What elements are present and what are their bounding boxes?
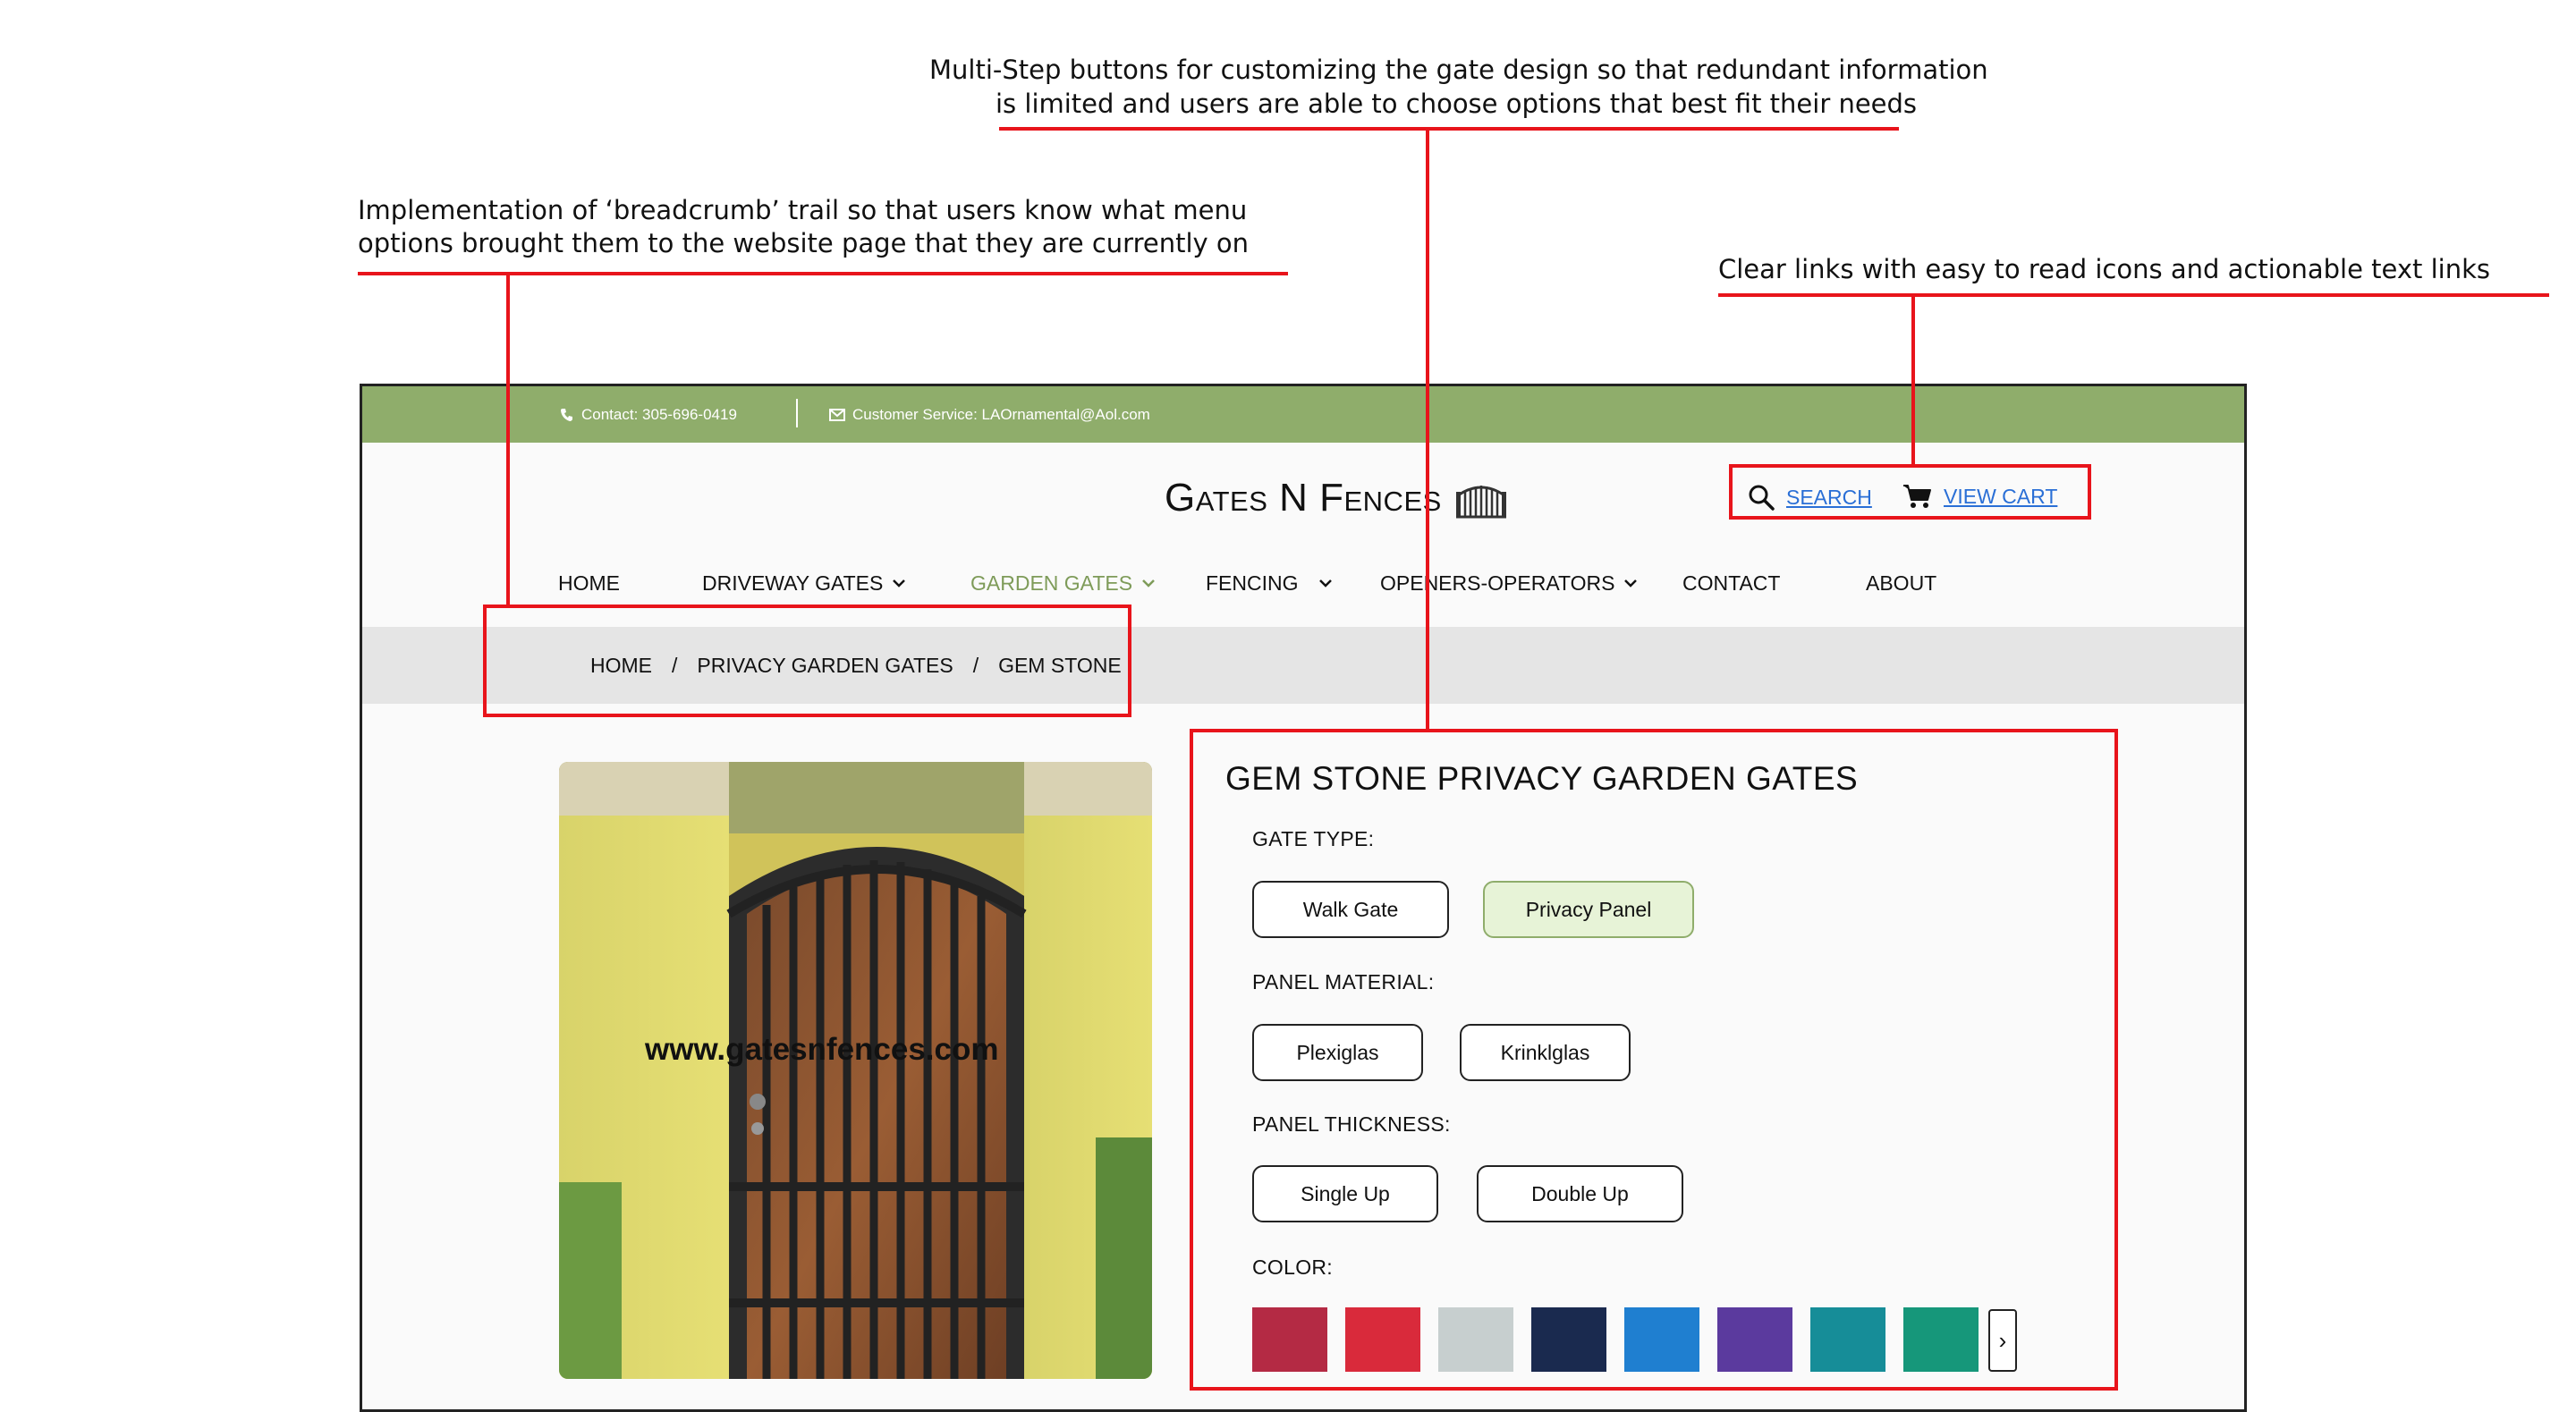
nav-label: OPENERS-OPERATORS <box>1380 571 1615 595</box>
annotation-breadcrumb-connector <box>506 272 510 606</box>
nav-item-about[interactable]: ABOUT <box>1866 565 1936 601</box>
annotation-options-highlight <box>1190 729 2118 1391</box>
nav-item-home[interactable]: HOME <box>558 565 620 601</box>
contact-text: Contact: 305-696-0419 <box>581 405 737 423</box>
mail-icon <box>829 408 845 421</box>
gate-icon <box>1455 486 1506 519</box>
annotation-multistep-line2: is limited and users are able to choose … <box>996 89 1918 119</box>
annotation-breadcrumb-line1: Implementation of ‘breadcrumb’ trail so … <box>358 195 1248 225</box>
topbar-divider <box>796 399 798 427</box>
image-watermark: www.gatesnfences.com <box>645 1032 999 1067</box>
annotation-multistep-underline <box>999 127 1899 131</box>
annotation-links-line1: Clear links with easy to read icons and … <box>1718 254 2491 284</box>
top-bar: Contact: 305-696-0419 Customer Service: … <box>362 386 2244 443</box>
customer-service-text: Customer Service: LAOrnamental@Aol.com <box>852 405 1150 423</box>
annotation-multistep-line1: Multi-Step buttons for customizing the g… <box>929 55 1988 85</box>
nav-item-fencing[interactable]: FENCING <box>1206 565 1333 601</box>
site-logo[interactable]: Gates N Fences <box>1165 471 1508 525</box>
annotation-links-highlight <box>1729 464 2091 520</box>
gate-photo-illustration <box>559 762 1152 1379</box>
logo-text: Gates N Fences <box>1165 476 1442 520</box>
annotation-multistep-connector <box>1426 127 1429 731</box>
nav-item-openers-operators[interactable]: OPENERS-OPERATORS <box>1380 565 1638 601</box>
nav-label: CONTACT <box>1682 571 1781 595</box>
nav-label: FENCING <box>1206 571 1299 595</box>
annotation-links-connector <box>1911 293 1915 467</box>
nav-label: GARDEN GATES <box>970 571 1133 595</box>
chevron-down-icon <box>1142 579 1155 588</box>
annotation-breadcrumb-line2: options brought them to the website page… <box>358 228 1250 258</box>
annotation-breadcrumb-underline <box>358 272 1288 275</box>
nav-item-driveway-gates[interactable]: DRIVEWAY GATES <box>702 565 906 601</box>
chevron-down-icon <box>893 579 906 588</box>
nav-label: ABOUT <box>1866 571 1937 595</box>
nav-item-garden-gates[interactable]: GARDEN GATES <box>970 565 1156 601</box>
nav-label: HOME <box>558 571 620 595</box>
nav-item-contact[interactable]: CONTACT <box>1682 565 1780 601</box>
contact-info[interactable]: Contact: 305-696-0419 <box>560 386 737 443</box>
phone-icon <box>561 408 572 421</box>
annotation-breadcrumb-highlight <box>483 605 1131 717</box>
annotation-links-underline <box>1718 293 2549 297</box>
customer-service-info[interactable]: Customer Service: LAOrnamental@Aol.com <box>829 386 1150 443</box>
chevron-down-icon <box>1624 579 1638 588</box>
product-image[interactable]: www.gatesnfences.com <box>559 762 1152 1379</box>
nav-label: DRIVEWAY GATES <box>702 571 884 595</box>
chevron-down-icon <box>1318 579 1332 588</box>
